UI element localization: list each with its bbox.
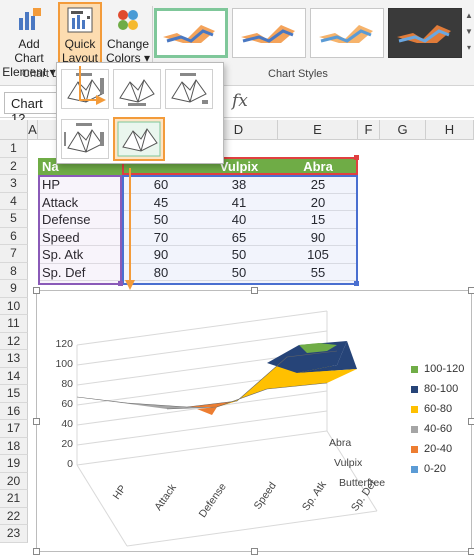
legend-swatch (411, 445, 418, 453)
legend-label: 60-80 (424, 403, 453, 415)
y-tick-label: 40 (61, 418, 73, 430)
legend-swatch (411, 385, 418, 393)
legend-entry[interactable]: 20-40 (411, 443, 452, 455)
legend-swatch (411, 405, 418, 413)
legend-swatch (411, 365, 418, 373)
legend-label: 20-40 (424, 443, 453, 455)
legend-label: 40-60 (424, 423, 453, 435)
depth-series-label: Butterfree (339, 477, 386, 489)
y-tick-label: 60 (61, 398, 73, 410)
legend-entry[interactable]: 0-20 (411, 463, 446, 475)
legend-label: 100-120 (424, 363, 465, 375)
legend-entry[interactable]: 40-60 (411, 423, 452, 435)
y-tick-label: 0 (67, 458, 73, 470)
legend-label: 0-20 (424, 463, 447, 475)
y-tick-label: 100 (55, 358, 73, 370)
legend-entry[interactable]: 60-80 (411, 403, 452, 415)
surface-chart[interactable]: 0 20 40 60 80 100 120 HP Attack Defense Speed Sp. … (33, 287, 474, 555)
depth-series-label: Abra (329, 437, 352, 449)
legend-swatch (411, 465, 418, 473)
legend-label: 80-100 (424, 383, 459, 395)
y-tick-label: 120 (55, 338, 73, 350)
legend-swatch (411, 425, 418, 433)
legend-entry[interactable]: 80-100 (411, 383, 458, 395)
depth-series-label: Vulpix (334, 457, 363, 469)
surface-fill (77, 341, 357, 415)
legend-entry[interactable]: 100-120 (411, 363, 464, 375)
y-tick-label: 80 (61, 378, 73, 390)
y-tick-label: 20 (61, 438, 73, 450)
